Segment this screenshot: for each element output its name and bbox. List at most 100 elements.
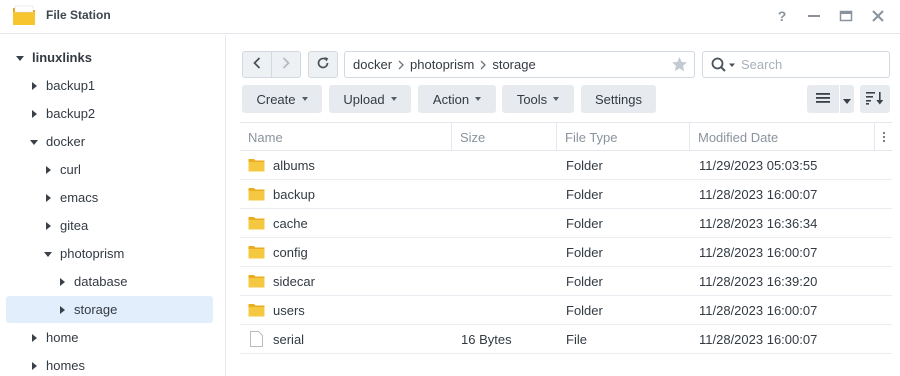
file-name: sidecar xyxy=(273,273,315,289)
expanded-arrow-icon[interactable] xyxy=(42,248,54,260)
caret-down-icon xyxy=(843,92,851,107)
file-size xyxy=(461,180,557,208)
folder-icon xyxy=(248,215,265,231)
sidebar-item-homes[interactable]: homes xyxy=(6,352,213,376)
table-row[interactable]: config Folder 11/28/2023 16:00:07 xyxy=(240,238,892,267)
expanded-arrow-icon[interactable] xyxy=(28,136,40,148)
sidebar-item-label: curl xyxy=(60,162,81,177)
sidebar-item-label: gitea xyxy=(60,218,89,233)
sidebar-item-database[interactable]: database xyxy=(6,268,213,295)
window-title: File Station xyxy=(46,8,111,22)
sidebar-item-gitea[interactable]: gitea xyxy=(6,212,213,239)
table-row[interactable]: albums Folder 11/29/2023 05:03:55 xyxy=(240,151,892,180)
sidebar-item-backup1[interactable]: backup1 xyxy=(6,72,213,99)
back-button[interactable] xyxy=(242,51,272,78)
table-row[interactable]: backup Folder 11/28/2023 16:00:07 xyxy=(240,180,892,209)
refresh-button[interactable] xyxy=(308,51,338,78)
file-name: albums xyxy=(273,157,315,173)
folder-icon xyxy=(248,302,265,318)
forward-button[interactable] xyxy=(271,51,301,78)
action-button-label: Action xyxy=(432,91,470,107)
column-header-size[interactable]: Size xyxy=(452,123,557,151)
upload-button[interactable]: Upload xyxy=(329,85,411,113)
chevron-right-icon xyxy=(398,60,404,70)
minimize-icon[interactable] xyxy=(803,5,825,27)
collapsed-arrow-icon[interactable] xyxy=(56,304,68,316)
action-button[interactable]: Action xyxy=(418,85,496,113)
file-type: Folder xyxy=(566,273,603,289)
search-box xyxy=(702,51,890,78)
close-icon[interactable] xyxy=(867,5,889,27)
caret-down-icon xyxy=(301,97,308,101)
help-icon[interactable]: ? xyxy=(771,5,793,27)
column-header-file-type[interactable]: File Type xyxy=(557,123,690,151)
modified-date: 11/28/2023 16:00:07 xyxy=(699,331,818,347)
column-header-modified-date[interactable]: Modified Date xyxy=(690,123,875,151)
sidebar-item-label: database xyxy=(74,274,128,289)
table-row[interactable]: cache Folder 11/28/2023 16:36:34 xyxy=(240,209,892,238)
sidebar-item-label: docker xyxy=(46,134,86,149)
list-view-icon xyxy=(816,92,830,107)
breadcrumb-item-photoprism[interactable]: photoprism xyxy=(410,57,474,72)
file-size xyxy=(461,238,557,266)
column-header-name[interactable]: Name xyxy=(240,123,452,151)
sidebar-item-label: backup2 xyxy=(46,106,96,121)
file-type: Folder xyxy=(566,302,603,318)
search-input[interactable] xyxy=(741,54,886,75)
breadcrumb[interactable]: docker photoprism storage xyxy=(344,51,695,78)
sidebar-item-storage[interactable]: storage xyxy=(6,296,213,323)
maximize-icon[interactable] xyxy=(835,5,857,27)
chevron-right-icon xyxy=(281,56,291,73)
collapsed-arrow-icon[interactable] xyxy=(28,80,40,92)
file-size xyxy=(461,209,557,237)
table-row[interactable]: serial 16 Bytes File 11/28/2023 16:00:07 xyxy=(240,325,892,354)
file-size xyxy=(461,267,557,295)
column-menu-icon[interactable] xyxy=(876,123,892,151)
sidebar-item-emacs[interactable]: emacs xyxy=(6,184,213,211)
view-mode-dropdown[interactable] xyxy=(840,85,854,113)
file-type: Folder xyxy=(566,244,603,260)
upload-button-label: Upload xyxy=(343,91,385,107)
collapsed-arrow-icon[interactable] xyxy=(42,164,54,176)
breadcrumb-item-storage[interactable]: storage xyxy=(492,57,535,72)
table-row[interactable]: sidecar Folder 11/28/2023 16:39:20 xyxy=(240,267,892,296)
sidebar-item-linuxlinks[interactable]: linuxlinks xyxy=(6,44,213,71)
sidebar-item-docker[interactable]: docker xyxy=(6,128,213,155)
collapsed-arrow-icon[interactable] xyxy=(42,220,54,232)
file-name: users xyxy=(273,302,305,318)
file-size xyxy=(461,151,557,179)
table-row[interactable]: users Folder 11/28/2023 16:00:07 xyxy=(240,296,892,325)
settings-button[interactable]: Settings xyxy=(581,85,656,113)
modified-date: 11/28/2023 16:00:07 xyxy=(699,244,818,260)
sidebar-item-label: home xyxy=(46,330,79,345)
sidebar-item-curl[interactable]: curl xyxy=(6,156,213,183)
file-name: serial xyxy=(273,331,305,347)
collapsed-arrow-icon[interactable] xyxy=(42,192,54,204)
sidebar-item-label: photoprism xyxy=(60,246,125,261)
sidebar-item-photoprism[interactable]: photoprism xyxy=(6,240,213,267)
sort-button[interactable] xyxy=(860,85,890,113)
star-icon[interactable] xyxy=(671,56,688,73)
modified-date: 11/28/2023 16:36:34 xyxy=(699,215,818,231)
modified-date: 11/28/2023 16:00:07 xyxy=(699,186,818,202)
expanded-arrow-icon[interactable] xyxy=(14,52,26,64)
tools-button-label: Tools xyxy=(516,91,548,107)
create-button[interactable]: Create xyxy=(242,85,322,113)
create-button-label: Create xyxy=(256,91,296,107)
sidebar-item-backup2[interactable]: backup2 xyxy=(6,100,213,127)
svg-text:?: ? xyxy=(778,9,787,23)
sidebar-item-label: emacs xyxy=(60,190,99,205)
folder-tree-sidebar: linuxlinks backup1 backup2 docker curl emacs g… xyxy=(0,35,226,376)
chevron-right-icon xyxy=(480,60,487,70)
search-icon[interactable] xyxy=(711,57,737,73)
breadcrumb-item-docker[interactable]: docker xyxy=(353,57,392,72)
file-list-header: Name Size File Type Modified Date xyxy=(240,122,892,151)
collapsed-arrow-icon[interactable] xyxy=(28,360,40,372)
collapsed-arrow-icon[interactable] xyxy=(56,276,68,288)
sidebar-item-home[interactable]: home xyxy=(6,324,213,351)
modified-date: 11/28/2023 16:39:20 xyxy=(699,273,818,289)
collapsed-arrow-icon[interactable] xyxy=(28,108,40,120)
collapsed-arrow-icon[interactable] xyxy=(28,332,40,344)
tools-button[interactable]: Tools xyxy=(502,85,574,113)
list-view-button[interactable] xyxy=(807,85,839,113)
